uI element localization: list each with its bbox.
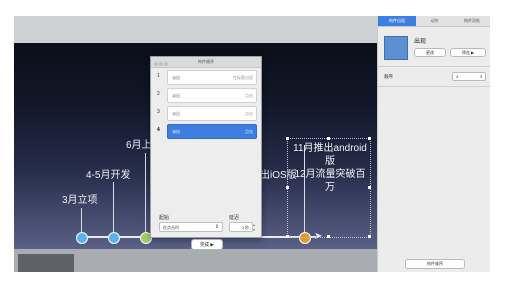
start-select[interactable]: 在点击时 ⇕ (159, 222, 223, 232)
effect-title: 出现 (414, 39, 427, 45)
build-row-name: 淡出 (172, 75, 180, 80)
build-row-detail: 点击 (245, 129, 253, 134)
build-row-field[interactable]: 淡出 在标题出现 (167, 70, 257, 85)
timeline-label[interactable]: 4-5月开发 (86, 170, 130, 182)
build-row-detail: 点击 (245, 111, 253, 116)
build-order-dialog: 构件顺序 1 淡出 在标题出现 2 淡出 点击 3 淡出 点击 4 淡出 点击 … (150, 56, 262, 250)
dialog-titlebar: 构件顺序 (151, 57, 261, 68)
play-icon: ▶ (471, 50, 475, 55)
chevron-updown-icon: ⇕ (479, 74, 483, 79)
effect-preview-icon (384, 36, 408, 60)
resize-handle[interactable] (368, 137, 371, 140)
resize-handle[interactable] (368, 235, 371, 238)
build-row-field[interactable]: 淡出 点击 (167, 124, 257, 139)
toolbar-area (14, 16, 377, 43)
delay-value: 0 秒 (241, 225, 249, 230)
tab-build-in[interactable]: 构件出现 (378, 16, 416, 26)
resize-handle[interactable] (286, 186, 289, 189)
divider (378, 86, 490, 87)
build-row-field[interactable]: 淡出 点击 (167, 88, 257, 103)
build-row-detail: 点击 (245, 93, 253, 98)
build-order-button-label: 构件顺序 (427, 261, 443, 266)
build-row-name: 淡出 (172, 93, 180, 98)
build-row[interactable]: 3 淡出 点击 (155, 106, 257, 121)
timeline-dot[interactable] (76, 232, 88, 244)
order-label: 顺序 (384, 74, 393, 79)
tab-build-out[interactable]: 构件消失 (453, 16, 490, 26)
done-button[interactable]: 完成 ▶ (191, 239, 223, 250)
build-row-number: 2 (157, 91, 160, 97)
build-row-name: 淡出 (172, 111, 180, 116)
change-button[interactable]: 更改 (414, 48, 446, 57)
resize-handle[interactable] (327, 235, 330, 238)
resize-handle[interactable] (286, 235, 289, 238)
build-row-number: 3 (157, 109, 160, 115)
inspector-tabs: 构件出现 动作 构件消失 (378, 16, 490, 27)
dialog-title: 构件顺序 (198, 59, 214, 64)
order-value: 4 (456, 74, 459, 79)
chevron-updown-icon: ⇕ (214, 224, 219, 230)
build-row-selected[interactable]: 4 淡出 点击 (155, 124, 257, 139)
build-row-name: 淡出 (172, 129, 180, 134)
build-row-detail: 在标题出现 (233, 75, 253, 80)
order-select[interactable]: 4 ⇕ (452, 72, 486, 81)
preview-button[interactable]: 预览 ▶ (450, 48, 486, 57)
play-icon: ▶ (210, 242, 214, 247)
done-button-label: 完成 (200, 242, 210, 247)
preview-button-label: 预览 (461, 50, 470, 55)
timeline-connector (145, 153, 146, 232)
resize-handle[interactable] (368, 186, 371, 189)
build-row-number: 4 (157, 127, 160, 133)
resize-handle[interactable] (327, 137, 330, 140)
slide-thumbnail[interactable] (18, 254, 74, 272)
selected-text-line: 11月推出android版 (293, 143, 367, 167)
inspector-panel: 构件出现 动作 构件消失 出现 更改 预览 ▶ 顺序 4 ⇕ 构件顺序 (377, 16, 490, 272)
timeline-connector (113, 182, 114, 232)
change-button-label: 更改 (426, 50, 434, 55)
build-order-button[interactable]: 构件顺序 (405, 259, 465, 269)
window-controls[interactable] (154, 60, 169, 70)
delay-stepper[interactable]: ▴ ▾ (253, 222, 257, 232)
delay-input[interactable]: 0 秒 (229, 222, 253, 232)
resize-handle[interactable] (286, 137, 289, 140)
build-row[interactable]: 1 淡出 在标题出现 (155, 70, 257, 85)
build-row-field[interactable]: 淡出 点击 (167, 106, 257, 121)
build-row-number: 1 (157, 73, 160, 79)
start-label: 起始 (159, 215, 170, 221)
start-value: 在点击时 (163, 225, 179, 230)
timeline-connector (81, 208, 82, 232)
timeline-label[interactable]: 3月立项 (62, 195, 98, 207)
app-window: ➤ 3月立项 4-5月开发 6月上线 出iOS版 11月推出android版 1… (14, 16, 490, 272)
selected-text[interactable]: 11月推出android版 12月流量突破百万 (291, 142, 369, 194)
slide-navigator (14, 249, 377, 272)
build-row[interactable]: 2 淡出 点击 (155, 88, 257, 103)
tab-action[interactable]: 动作 (416, 16, 453, 26)
selected-text-line: 12月流量突破百万 (294, 169, 366, 193)
divider (378, 66, 490, 67)
timeline-dot[interactable] (108, 232, 120, 244)
delay-label: 延迟 (229, 215, 240, 221)
